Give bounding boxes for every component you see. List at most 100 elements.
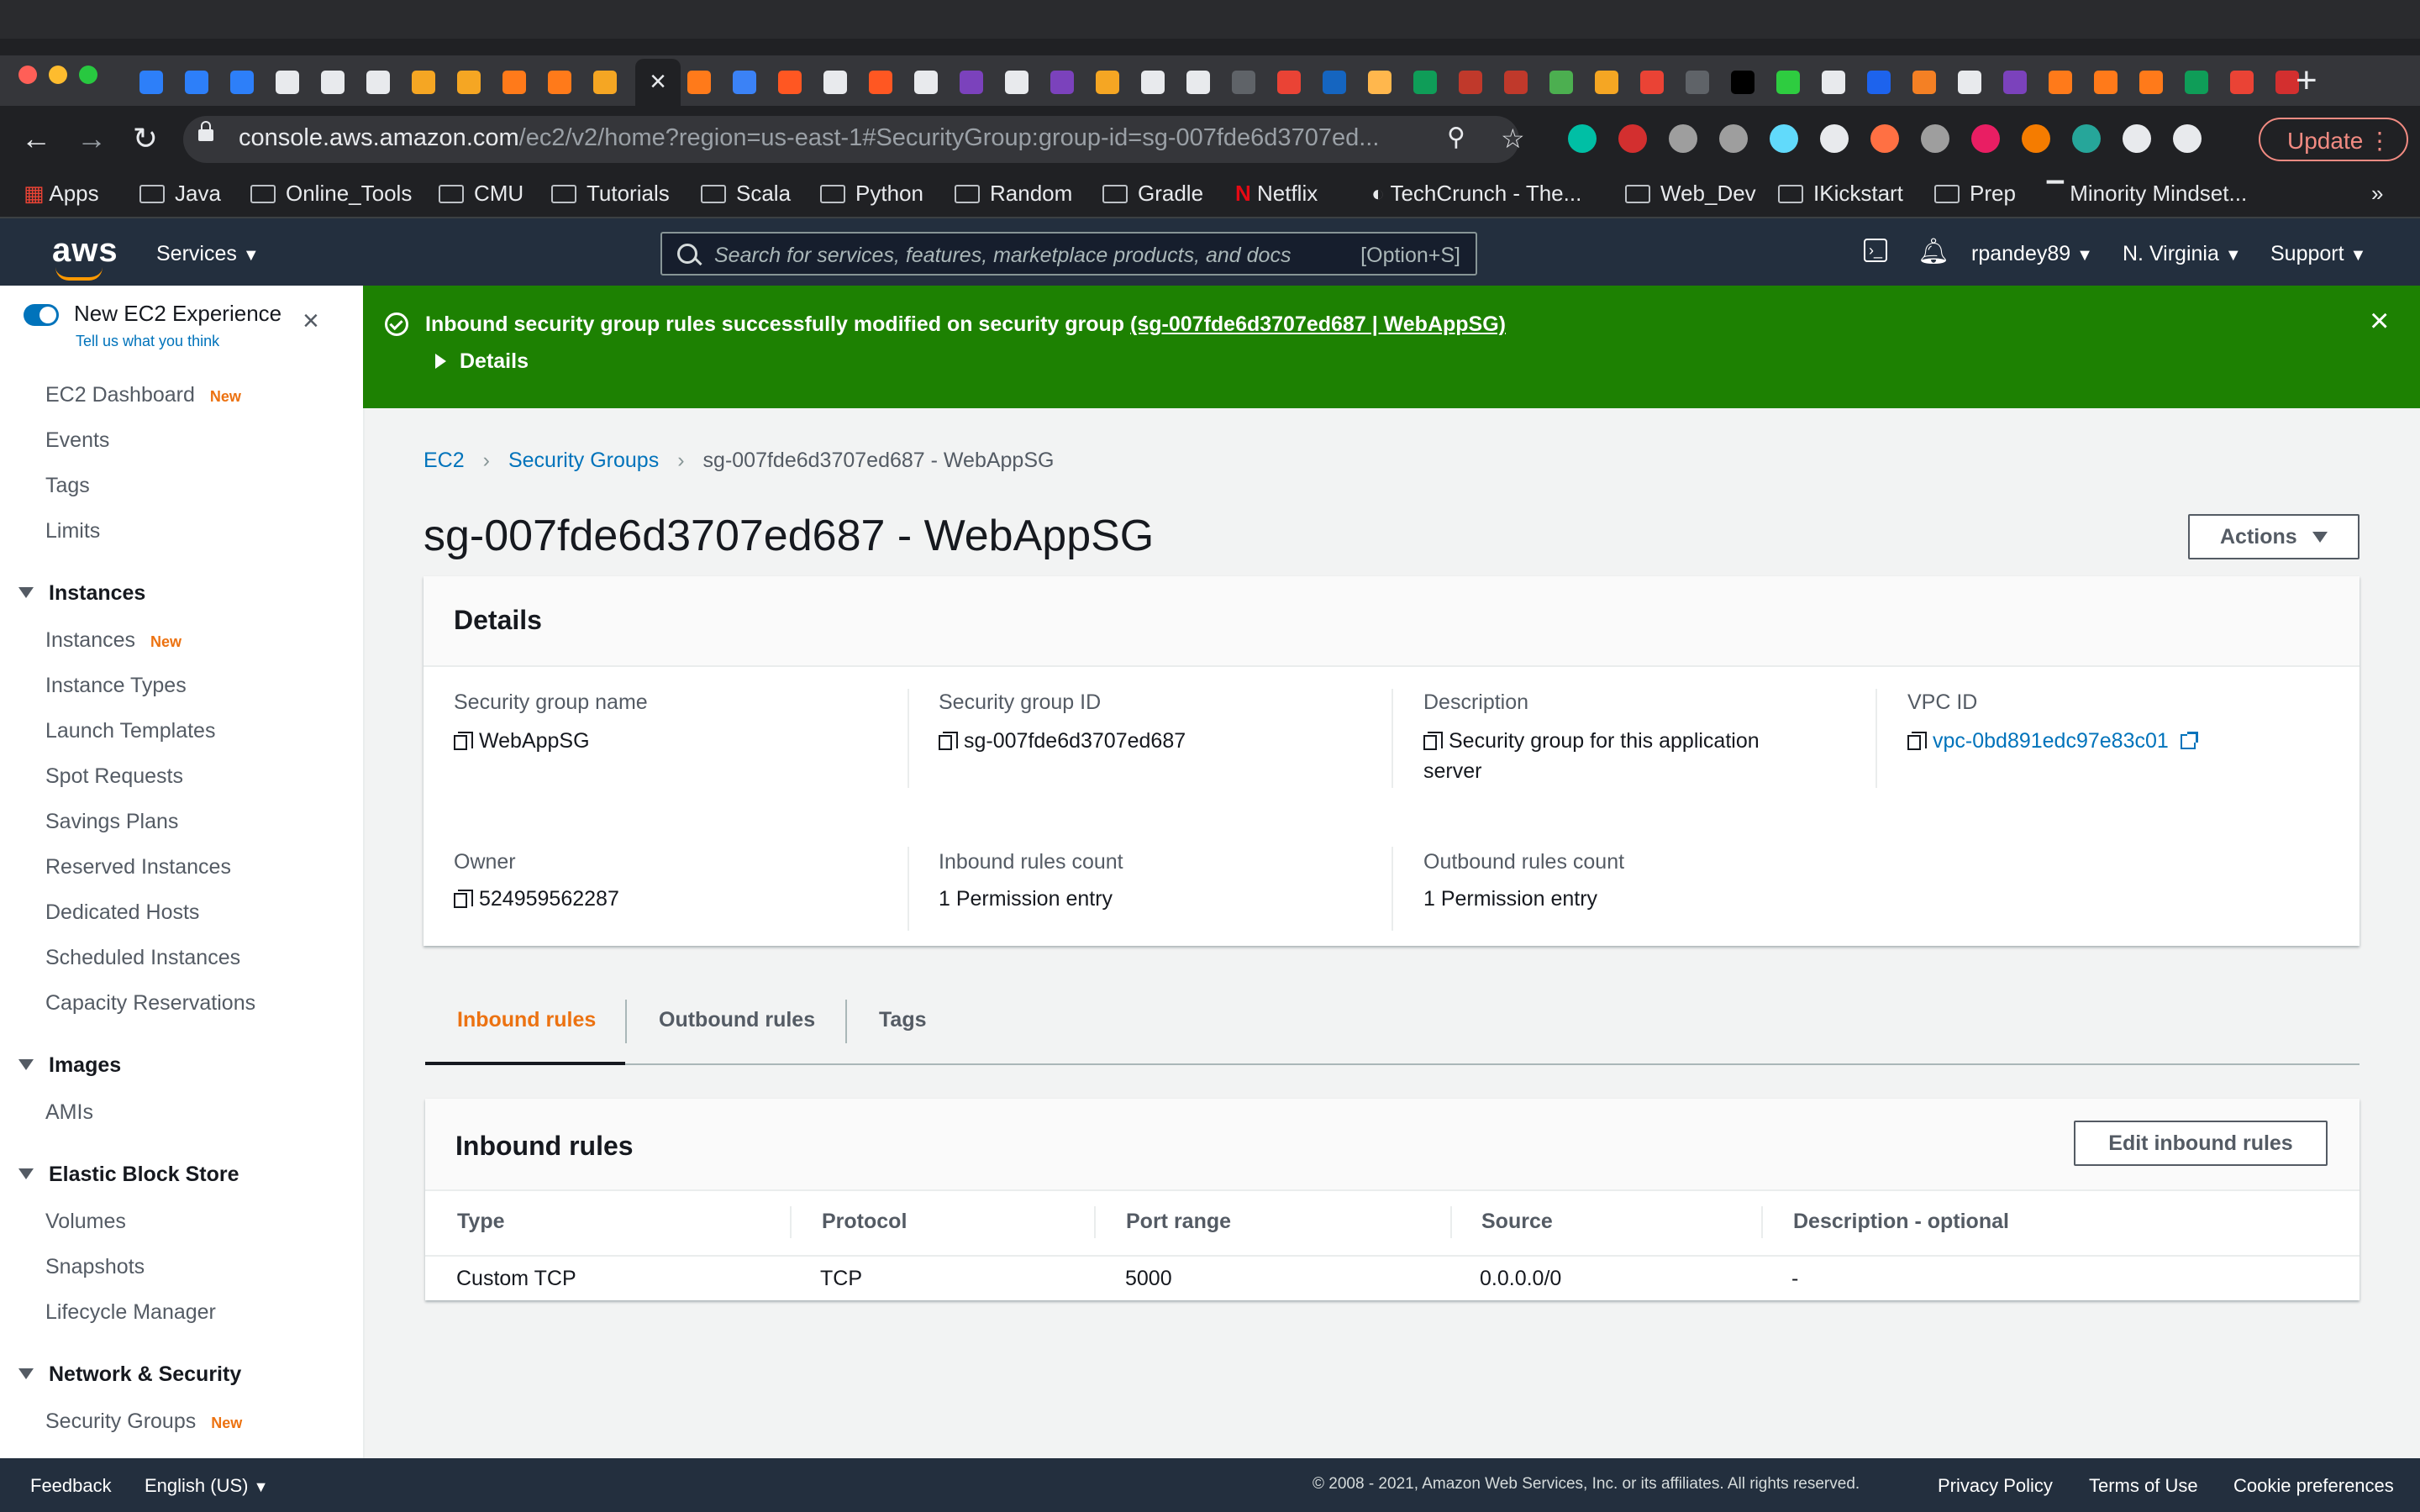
browser-tab-favicon[interactable] bbox=[1504, 71, 1528, 94]
sidebar-item-scheduled-instances[interactable]: Scheduled Instances bbox=[45, 946, 240, 970]
bookmark-gradle[interactable]: Gradle bbox=[1102, 178, 1203, 208]
close-sidebar-icon[interactable]: × bbox=[302, 307, 319, 335]
browser-extension-icon[interactable] bbox=[1971, 124, 2000, 153]
bookmark-ikickstart[interactable]: IKickstart bbox=[1778, 178, 1903, 208]
bookmark-python[interactable]: Python bbox=[820, 178, 923, 208]
maximize-window-button[interactable] bbox=[79, 66, 97, 84]
browser-tab-favicon[interactable] bbox=[1958, 71, 1981, 94]
browser-tab-favicon[interactable] bbox=[2230, 71, 2254, 94]
breadcrumb-security-groups[interactable]: Security Groups bbox=[508, 449, 659, 472]
cookie-preferences-link[interactable]: Cookie preferences bbox=[2233, 1475, 2394, 1497]
browser-tab-favicon[interactable] bbox=[1186, 71, 1210, 94]
browser-tab-favicon[interactable] bbox=[687, 71, 711, 94]
browser-tab-favicon[interactable] bbox=[1413, 71, 1437, 94]
copy-icon[interactable] bbox=[939, 732, 958, 750]
browser-tab-favicon[interactable] bbox=[1277, 71, 1301, 94]
browser-extension-icon[interactable] bbox=[2173, 124, 2202, 153]
lock-icon[interactable] bbox=[198, 121, 213, 141]
browser-tab-favicon[interactable] bbox=[1776, 71, 1800, 94]
sidebar-item-events[interactable]: Events bbox=[45, 428, 109, 453]
browser-tab-favicon[interactable] bbox=[185, 71, 208, 94]
bookmark-online-tools[interactable]: Online_Tools bbox=[250, 178, 412, 208]
close-window-button[interactable] bbox=[18, 66, 37, 84]
sidebar-item-instances[interactable]: Instances New bbox=[45, 628, 182, 653]
cloudshell-icon[interactable]: ›_ bbox=[1864, 239, 1887, 262]
sidebar-item-tags[interactable]: Tags bbox=[45, 474, 90, 498]
tab-outbound-rules[interactable]: Outbound rules bbox=[659, 1008, 815, 1032]
browser-tab-favicon[interactable] bbox=[139, 71, 163, 94]
browser-extension-icon[interactable] bbox=[1618, 124, 1647, 153]
new-experience-toggle[interactable] bbox=[24, 304, 59, 326]
browser-tab-favicon[interactable] bbox=[1686, 71, 1709, 94]
service-search-input[interactable]: Search for services, features, marketpla… bbox=[660, 232, 1477, 276]
bookmark-scala[interactable]: Scala bbox=[701, 178, 791, 208]
feedback-button[interactable]: Feedback bbox=[30, 1475, 112, 1497]
browser-tab-favicon[interactable] bbox=[1005, 71, 1028, 94]
column-header-type[interactable]: Type bbox=[457, 1210, 505, 1234]
browser-extension-icon[interactable] bbox=[2123, 124, 2151, 153]
browser-tab-favicon[interactable] bbox=[1459, 71, 1482, 94]
browser-extension-icon[interactable] bbox=[1820, 124, 1849, 153]
browser-tab-favicon[interactable] bbox=[457, 71, 481, 94]
language-selector[interactable]: English (US) ▼ bbox=[145, 1475, 268, 1497]
bookmark-random[interactable]: Random bbox=[955, 178, 1072, 208]
back-button[interactable]: ← bbox=[15, 118, 57, 160]
edit-inbound-rules-button[interactable]: Edit inbound rules bbox=[2074, 1121, 2328, 1166]
sidebar-section-instances[interactable]: Instances bbox=[18, 581, 145, 606]
sidebar-item-amis[interactable]: AMIs bbox=[45, 1100, 93, 1125]
browser-extension-icon[interactable] bbox=[1770, 124, 1798, 153]
active-tab-close-icon[interactable]: × bbox=[635, 59, 681, 106]
sidebar-item-savings-plans[interactable]: Savings Plans bbox=[45, 810, 178, 834]
bookmarks-overflow-icon[interactable]: » bbox=[2371, 178, 2383, 208]
browser-tab-favicon[interactable] bbox=[2139, 71, 2163, 94]
sidebar-item-volumes[interactable]: Volumes bbox=[45, 1210, 126, 1234]
browser-extension-icon[interactable] bbox=[1669, 124, 1697, 153]
tab-tags[interactable]: Tags bbox=[879, 1008, 927, 1032]
browser-tab-favicon[interactable] bbox=[366, 71, 390, 94]
flash-details-toggle[interactable]: Details bbox=[435, 349, 529, 374]
browser-tab-favicon[interactable] bbox=[914, 71, 938, 94]
reload-button[interactable]: ↻ bbox=[124, 118, 166, 160]
sidebar-item-dedicated-hosts[interactable]: Dedicated Hosts bbox=[45, 900, 199, 925]
browser-tab-favicon[interactable] bbox=[869, 71, 892, 94]
sidebar-item-capacity-reservations[interactable]: Capacity Reservations bbox=[45, 991, 255, 1016]
browser-tab-favicon[interactable] bbox=[321, 71, 345, 94]
column-header-description[interactable]: Description - optional bbox=[1793, 1210, 2009, 1234]
browser-extension-icon[interactable] bbox=[2072, 124, 2101, 153]
sidebar-section-network-security[interactable]: Network & Security bbox=[18, 1362, 241, 1387]
column-header-source[interactable]: Source bbox=[1481, 1210, 1553, 1234]
zoom-icon[interactable]: ⚲ bbox=[1447, 123, 1465, 152]
new-tab-button[interactable]: + bbox=[2296, 59, 2317, 102]
browser-tab-favicon[interactable] bbox=[823, 71, 847, 94]
copy-icon[interactable] bbox=[454, 890, 473, 908]
browser-tab-favicon[interactable] bbox=[412, 71, 435, 94]
sidebar-item-launch-templates[interactable]: Launch Templates bbox=[45, 719, 215, 743]
browser-tab-favicon[interactable] bbox=[230, 71, 254, 94]
browser-extension-icon[interactable] bbox=[1719, 124, 1748, 153]
sidebar-section-elastic-block-store[interactable]: Elastic Block Store bbox=[18, 1163, 239, 1187]
column-header-protocol[interactable]: Protocol bbox=[822, 1210, 907, 1234]
browser-tab-favicon[interactable] bbox=[778, 71, 802, 94]
bookmark-minority-mindset[interactable]: ▔ Minority Mindset... bbox=[2047, 178, 2247, 208]
minimize-window-button[interactable] bbox=[49, 66, 67, 84]
browser-tab-favicon[interactable] bbox=[2185, 71, 2208, 94]
vpc-id-link[interactable]: vpc-0bd891edc97e83c01 bbox=[1933, 729, 2169, 753]
browser-tab-favicon[interactable] bbox=[2003, 71, 2027, 94]
tab-inbound-rules[interactable]: Inbound rules bbox=[457, 1008, 596, 1032]
forward-button[interactable]: → bbox=[71, 118, 113, 160]
bookmark-apps[interactable]: ▦ Apps bbox=[24, 178, 99, 208]
sidebar-item-lifecycle-manager[interactable]: Lifecycle Manager bbox=[45, 1300, 216, 1325]
browser-extension-icon[interactable] bbox=[1921, 124, 1949, 153]
dismiss-flash-icon[interactable]: × bbox=[2370, 304, 2389, 338]
copy-icon[interactable] bbox=[1907, 732, 1927, 750]
security-group-link[interactable]: (sg-007fde6d3707ed687 | WebAppSG) bbox=[1130, 312, 1506, 336]
browser-tab-favicon[interactable] bbox=[593, 71, 617, 94]
external-link-icon[interactable] bbox=[2180, 732, 2198, 749]
terms-of-use-link[interactable]: Terms of Use bbox=[2089, 1475, 2198, 1497]
copy-icon[interactable] bbox=[454, 732, 473, 750]
sidebar-item-ec2-dashboard[interactable]: EC2 Dashboard New bbox=[45, 383, 241, 407]
browser-tab-favicon[interactable] bbox=[1232, 71, 1255, 94]
browser-tab-favicon[interactable] bbox=[733, 71, 756, 94]
bookmark-cmu[interactable]: CMU bbox=[439, 178, 523, 208]
browser-tab-favicon[interactable] bbox=[1368, 71, 1392, 94]
